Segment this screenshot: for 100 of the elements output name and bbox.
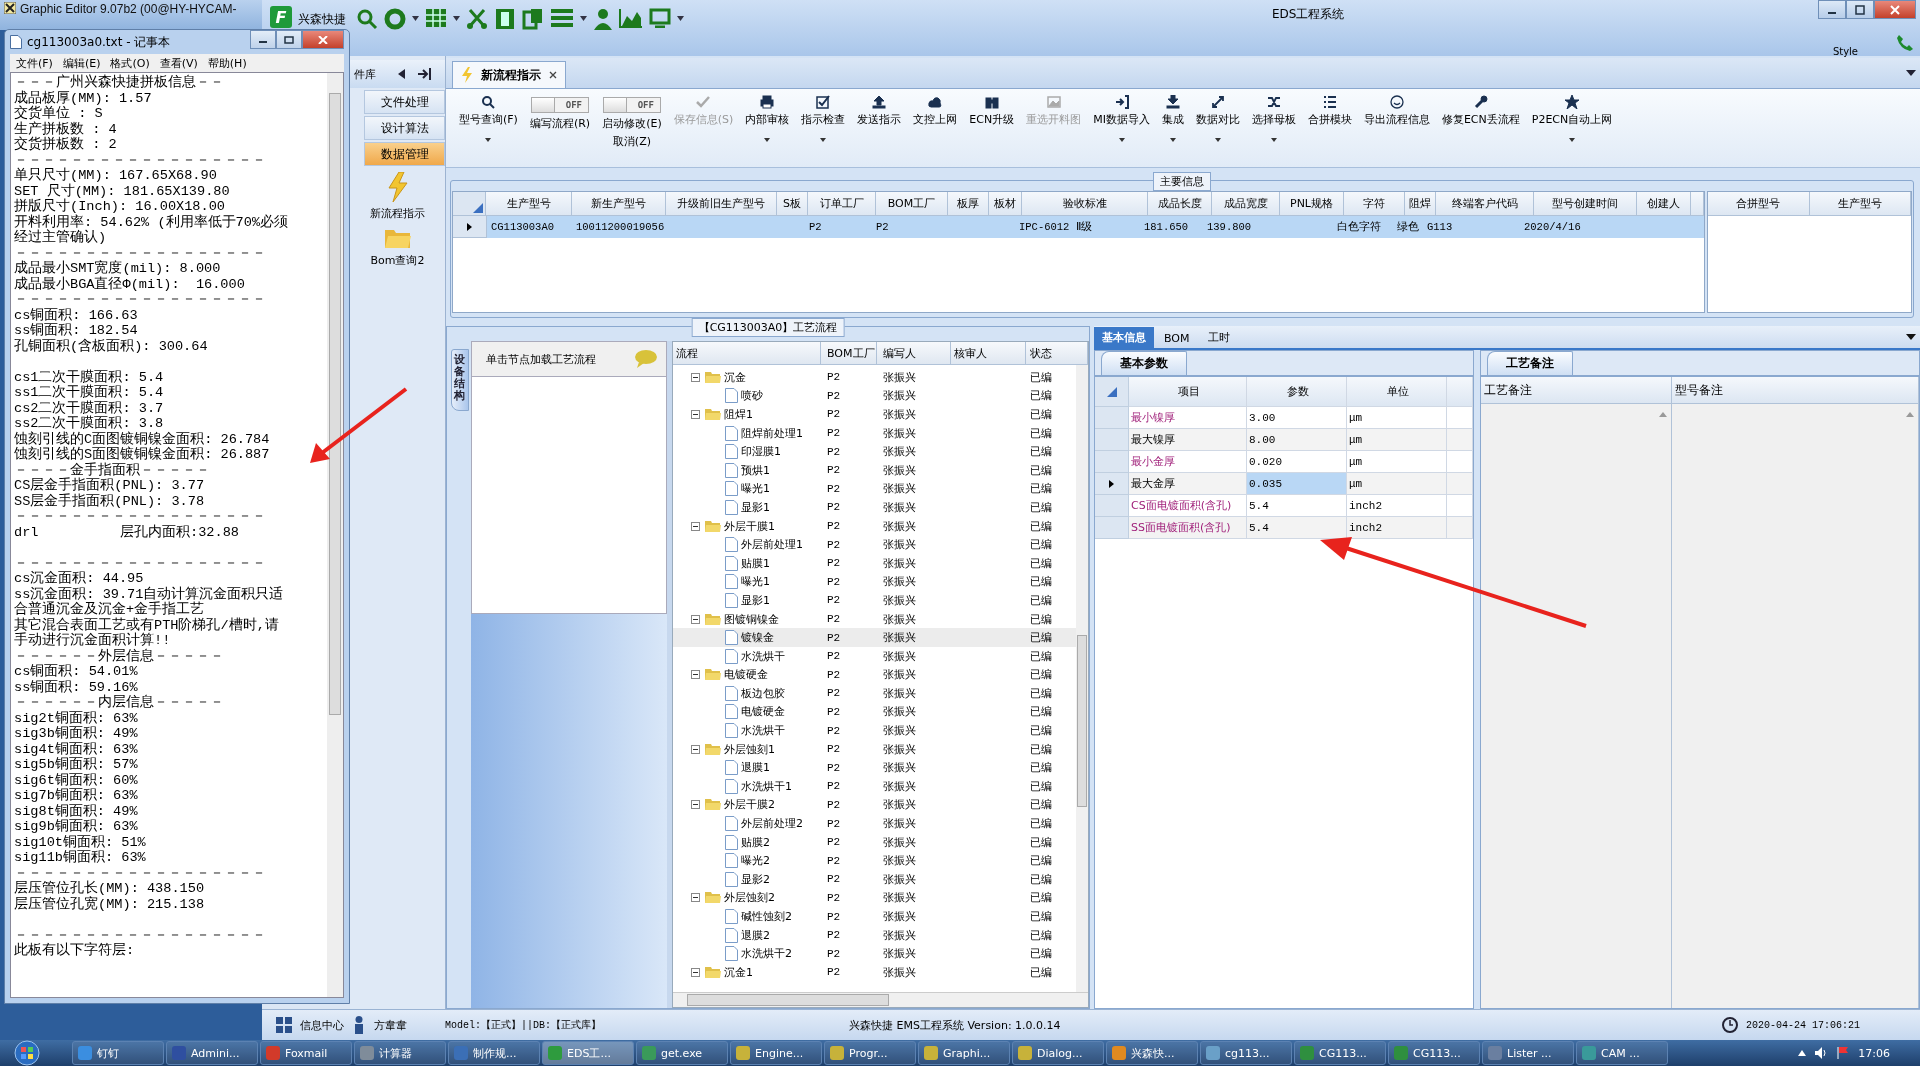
toolbar-button[interactable]: 集成 [1156, 95, 1189, 159]
tree-row[interactable]: 曝光1 P2 张振兴 已编 [673, 479, 1076, 499]
column-header[interactable]: 合拼型号 [1708, 192, 1810, 216]
shuffle-icon[interactable] [1266, 95, 1281, 109]
toolbar-button[interactable]: 文控上网 [908, 95, 963, 159]
tree-row[interactable]: 外层干膜2 P2 张振兴 已编 [673, 795, 1076, 815]
tab[interactable]: 基本参数 [1101, 351, 1187, 375]
collapse-icon[interactable] [691, 614, 700, 624]
tree-row[interactable]: 镀镍金 P2 张振兴 已编 [673, 628, 1076, 647]
app-icon[interactable] [829, 1045, 845, 1061]
app-icon[interactable] [735, 1045, 751, 1061]
tree-row[interactable]: 图镀铜镍金 P2 张振兴 已编 [673, 609, 1076, 629]
tree-row[interactable]: 沉金 P2 张振兴 已编 [673, 368, 1076, 387]
tab[interactable]: 基本信息 [1094, 327, 1154, 348]
status-text[interactable]: 信息中心 [300, 1017, 344, 1033]
user-icon[interactable] [593, 8, 613, 30]
row-header[interactable] [1095, 473, 1129, 495]
taskbar-item[interactable]: EDS工... [542, 1041, 634, 1065]
scrollbar[interactable] [1076, 365, 1088, 992]
search-icon[interactable] [481, 95, 496, 109]
pin-icon[interactable] [418, 68, 432, 80]
maximize-button[interactable] [276, 30, 302, 49]
speaker-icon[interactable] [1814, 1046, 1829, 1060]
nav-item[interactable]: 数据管理 [364, 142, 445, 166]
collapse-icon[interactable] [691, 670, 700, 680]
left-arrow-icon[interactable] [398, 69, 406, 79]
taskbar-item[interactable]: Foxmail [260, 1041, 352, 1065]
import-icon[interactable] [1114, 95, 1129, 109]
tab[interactable]: 工时 [1199, 327, 1238, 348]
taskbar-item[interactable]: Dialog... [1012, 1041, 1104, 1065]
taskbar-item[interactable]: CG113... [1294, 1041, 1386, 1065]
film-icon[interactable] [494, 8, 516, 30]
chart-icon[interactable] [619, 8, 643, 28]
smiley-icon[interactable] [1389, 95, 1404, 109]
maximize-icon[interactable] [284, 35, 294, 44]
table-row[interactable]: CG113003A0 10011200019056 P2 P2 IPC-6012 Ⅱ级 181.650 139.800 白色字符 绿色 G113 2020/4/16 [453, 216, 1704, 238]
document-tab[interactable]: 新流程指示 [452, 61, 566, 88]
tree-row[interactable]: 曝光1 P2 张振兴 已编 [673, 572, 1076, 592]
collapse-icon[interactable] [691, 744, 700, 754]
toolbar-button[interactable]: ECN升级 [964, 95, 1020, 159]
menu-item[interactable]: 帮助(H) [207, 55, 247, 71]
toolbar-button[interactable]: 内部审核 [740, 95, 795, 159]
triangle-icon[interactable] [1106, 386, 1117, 397]
notes-field[interactable] [1481, 404, 1671, 1008]
close-button[interactable] [302, 30, 344, 49]
shortcut-label[interactable]: 新流程指示 [370, 206, 425, 221]
caret-icon[interactable] [485, 138, 492, 142]
tree-row[interactable]: 沉金1 P2 张振兴 已编 [673, 963, 1076, 982]
toggle-switch[interactable]: OFF 编写流程(R) [524, 95, 596, 159]
collapse-icon[interactable] [691, 967, 700, 977]
taskbar-item[interactable]: 钉钉 [72, 1041, 164, 1065]
taskbar-item[interactable]: Admini... [166, 1041, 258, 1065]
app-logo[interactable]: F [270, 6, 292, 28]
star-icon[interactable] [1565, 95, 1579, 109]
printer-icon[interactable] [760, 95, 775, 109]
taskbar-item[interactable]: Graphi... [918, 1041, 1010, 1065]
tree-row[interactable]: 外层干膜1 P2 张振兴 已编 [673, 516, 1076, 536]
column-header[interactable]: 编写人 [877, 342, 951, 364]
arrows-icon[interactable] [1210, 95, 1225, 109]
caret-icon[interactable] [1270, 138, 1277, 142]
toolbar-button[interactable]: 发送指示 [852, 95, 907, 159]
caret-icon[interactable] [412, 16, 419, 21]
toolbar-button[interactable]: 导出流程信息 [1358, 95, 1435, 159]
minimize-button[interactable] [1818, 0, 1846, 19]
collapse-icon[interactable] [691, 521, 700, 531]
nav-item[interactable]: 文件处理 [364, 90, 445, 114]
tree-row[interactable]: 水洗烘干 P2 张振兴 已编 [673, 646, 1076, 666]
toolbar-button[interactable]: P2ECN自动上网 [1526, 95, 1618, 159]
caret-icon[interactable] [1569, 138, 1575, 142]
toggle-switch[interactable]: OFF 启动修改(E) 取消(Z) [597, 95, 667, 159]
taskbar-item[interactable]: CAM ... [1576, 1041, 1668, 1065]
tree-row[interactable]: 外层蚀刻2 P2 张振兴 已编 [673, 888, 1076, 908]
menu-item[interactable]: 查看(V) [159, 55, 198, 71]
column-header[interactable]: 型号备注 [1672, 377, 1918, 404]
phone-icon[interactable] [1896, 34, 1914, 52]
tree-row[interactable]: 曝光2 P2 张振兴 已编 [673, 851, 1076, 871]
taskbar-item[interactable]: 计算器 [354, 1041, 446, 1065]
scissors-icon[interactable] [466, 8, 488, 30]
maximize-icon[interactable] [1855, 4, 1865, 15]
vertical-tab[interactable]: 设备结构 [451, 349, 469, 411]
style-menu[interactable]: Style [1832, 46, 1858, 57]
tree-row[interactable]: 阻焊1 P2 张振兴 已编 [673, 405, 1076, 424]
taskbar-clock[interactable]: 17:06 [1858, 1046, 1890, 1060]
column-header[interactable]: 核审人 [951, 342, 1026, 364]
caret-icon[interactable] [677, 16, 684, 21]
tree-row[interactable]: 水洗烘干 P2 张振兴 已编 [673, 721, 1076, 740]
nav-item[interactable]: 设计算法 [364, 116, 445, 140]
wrench-icon[interactable] [1473, 95, 1488, 109]
taskbar-item[interactable]: Lister ... [1482, 1041, 1574, 1065]
cloud-icon[interactable] [928, 95, 943, 109]
notes-field[interactable] [1672, 404, 1918, 1008]
tab[interactable]: 工艺备注 [1487, 351, 1573, 375]
upload-icon[interactable] [872, 95, 887, 109]
scrollbar[interactable] [327, 73, 343, 997]
shortcut-label[interactable]: Bom查询2 [370, 253, 425, 268]
download-icon[interactable] [1165, 95, 1180, 109]
lifebuoy-icon[interactable] [384, 8, 406, 30]
taskbar-item[interactable]: Engine... [730, 1041, 822, 1065]
toolbar-button[interactable]: 合拼模块 [1302, 95, 1357, 159]
tree-row[interactable]: 显影1 P2 张振兴 已编 [673, 498, 1076, 517]
